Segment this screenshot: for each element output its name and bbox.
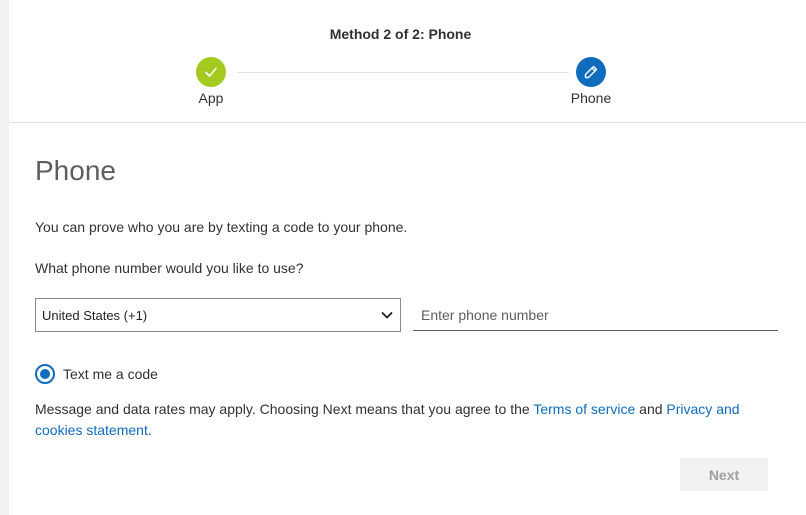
radio-selected-dot	[40, 369, 50, 379]
country-code-value: United States (+1)	[42, 307, 148, 323]
country-code-select[interactable]: United States (+1)	[35, 298, 401, 332]
text-code-option[interactable]: Text me a code	[35, 364, 158, 384]
checkmark-icon	[205, 67, 217, 77]
phone-number-input[interactable]	[413, 300, 778, 331]
pencil-icon	[584, 65, 598, 79]
stepper-title: Method 2 of 2: Phone	[329, 26, 472, 42]
phone-question-label: What phone number would you like to use?	[35, 260, 304, 276]
page-title: Phone	[35, 155, 116, 186]
stepper-connector	[237, 72, 569, 73]
terms-of-service-link[interactable]: Terms of service	[533, 401, 635, 417]
text-code-radio[interactable]	[35, 364, 55, 384]
next-button[interactable]: Next	[680, 458, 768, 491]
legal-text-before: Message and data rates may apply. Choosi…	[35, 401, 534, 417]
legal-text-and: and	[635, 401, 667, 417]
description-text: You can prove who you are by texting a c…	[35, 219, 408, 235]
step-app-label: App	[198, 90, 224, 106]
step-phone-label: Phone	[570, 90, 612, 106]
method-stepper: Method 2 of 2: Phone App Phone	[9, 0, 806, 123]
text-code-label: Text me a code	[63, 366, 158, 382]
step-app-circle	[196, 57, 226, 87]
legal-notice: Message and data rates may apply. Choosi…	[35, 399, 780, 441]
chevron-down-icon	[381, 312, 393, 319]
step-phone-circle	[576, 57, 606, 87]
legal-text-after: .	[147, 422, 152, 438]
setup-card: Method 2 of 2: Phone App Phone Phone You…	[9, 0, 806, 515]
